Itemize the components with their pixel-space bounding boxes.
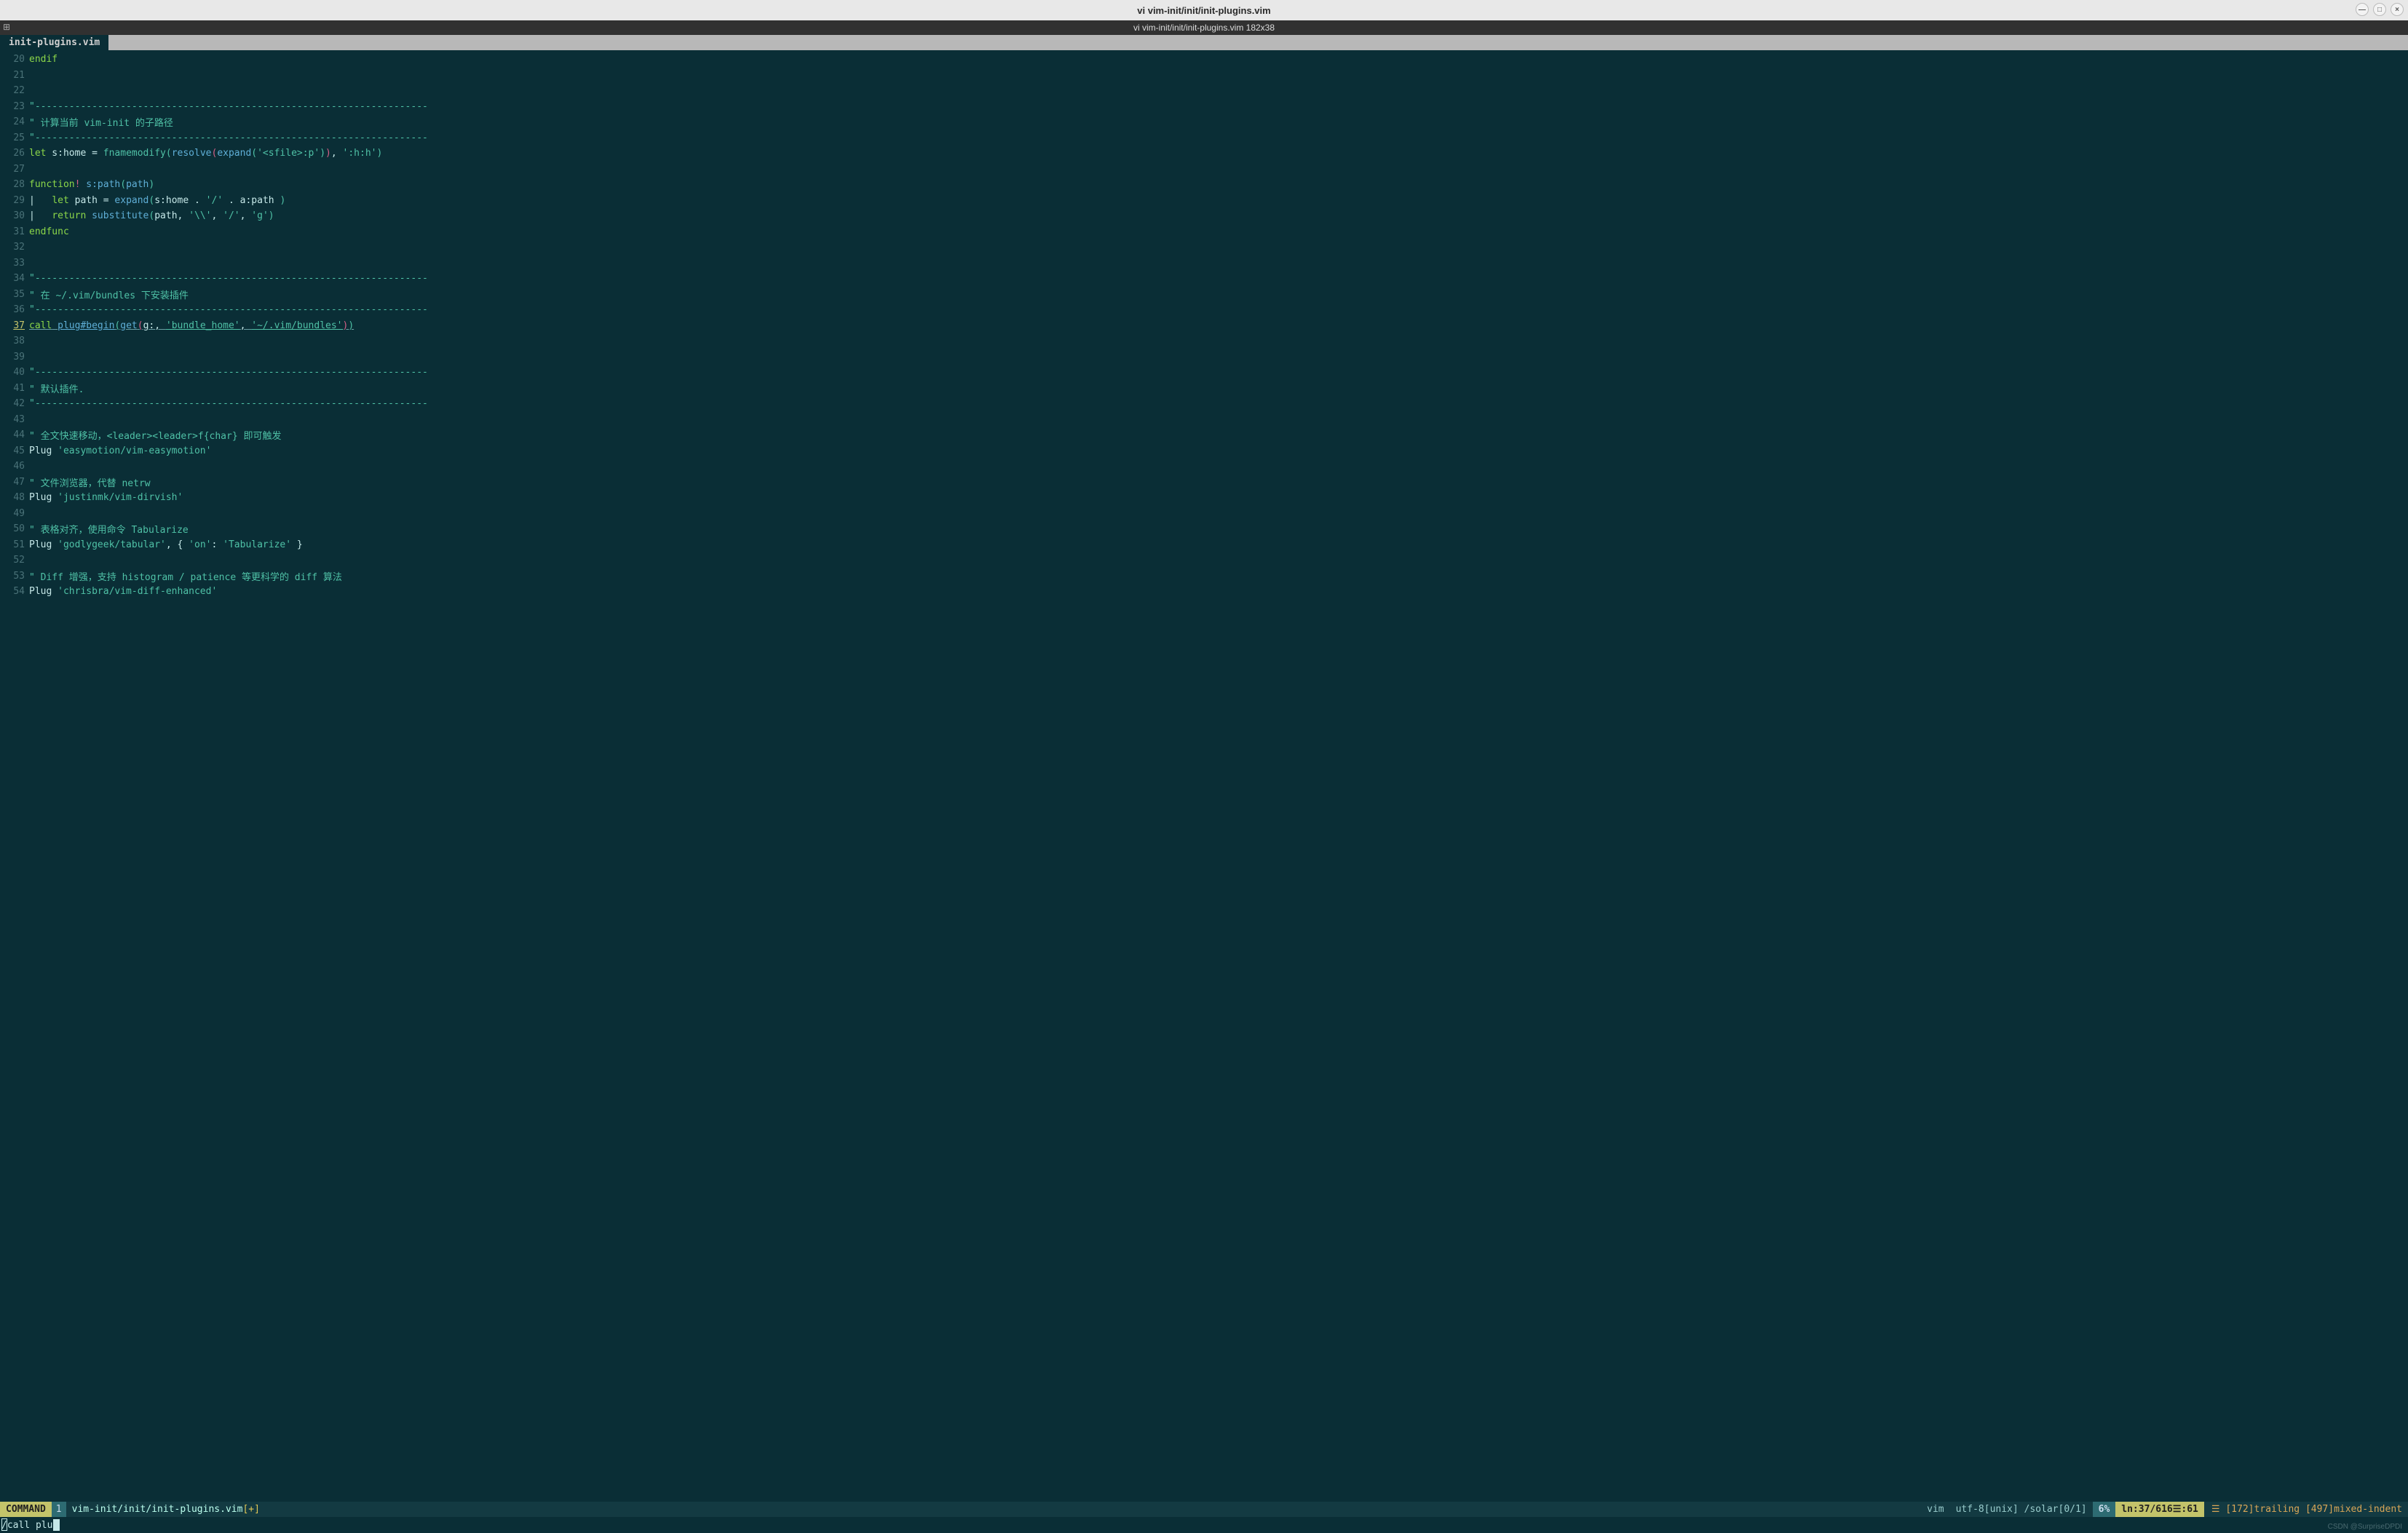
tab-current[interactable]: init-plugins.vim <box>0 35 108 50</box>
code-line: 30| return substitute(path, '\\', '/', '… <box>0 208 2408 224</box>
code-line: 39 <box>0 349 2408 365</box>
cursor-icon <box>53 1519 60 1531</box>
code-line: 21 <box>0 68 2408 84</box>
code-line-current: 37call plug#begin(get(g:, 'bundle_home',… <box>0 318 2408 334</box>
maximize-button[interactable]: □ <box>2373 3 2386 16</box>
code-line: 48Plug 'justinmk/vim-dirvish' <box>0 490 2408 506</box>
status-line: COMMAND 1 vim-init/init/init-plugins.vim… <box>0 1502 2408 1517</box>
code-line: 52 <box>0 552 2408 569</box>
code-line: 53" Diff 增强，支持 histogram / patience 等更科学… <box>0 569 2408 585</box>
terminal-titlebar: ⊞ vi vim-init/init/init-plugins.vim 182x… <box>0 20 2408 35</box>
code-line: 50" 表格对齐，使用命令 Tabularize <box>0 521 2408 537</box>
cmdline-text: /call plu <box>1 1520 52 1531</box>
code-line: 46 <box>0 459 2408 475</box>
minimize-button[interactable]: — <box>2356 3 2369 16</box>
code-line: 32 <box>0 239 2408 256</box>
code-line: 27 <box>0 162 2408 178</box>
status-warnings: ☰ [172]trailing [497]mixed-indent <box>2204 1502 2408 1517</box>
code-line: 42"-------------------------------------… <box>0 396 2408 412</box>
code-line: 34"-------------------------------------… <box>0 271 2408 287</box>
code-line: 44" 全文快速移动，<leader><leader>f{char} 即可触发 <box>0 427 2408 443</box>
tab-bar: init-plugins.vim <box>0 35 2408 50</box>
cmdline-cursor-box <box>1 1518 7 1531</box>
code-line: 47" 文件浏览器，代替 netrw <box>0 475 2408 491</box>
code-line: 51Plug 'godlygeek/tabular', { 'on': 'Tab… <box>0 537 2408 553</box>
pane-icon: ⊞ <box>3 22 10 32</box>
code-line: 35" 在 ~/.vim/bundles 下安装插件 <box>0 287 2408 303</box>
code-line: 23"-------------------------------------… <box>0 99 2408 115</box>
code-line: 45Plug 'easymotion/vim-easymotion' <box>0 443 2408 459</box>
code-line: 36"-------------------------------------… <box>0 302 2408 318</box>
code-line: 54Plug 'chrisbra/vim-diff-enhanced' <box>0 584 2408 600</box>
status-position: ln:37/616☰:61 <box>2115 1502 2204 1517</box>
close-button[interactable]: × <box>2391 3 2404 16</box>
window-titlebar: vi vim-init/init/init-plugins.vim — □ × <box>0 0 2408 20</box>
code-line: 28function! s:path(path) <box>0 177 2408 193</box>
code-line: 31endfunc <box>0 224 2408 240</box>
code-line: 40"-------------------------------------… <box>0 365 2408 381</box>
command-line[interactable]: /call plu CSDN @SurpriseDPDI <box>0 1517 2408 1533</box>
status-encoding: utf-8[unix] /solar[0/1] <box>1950 1502 2093 1517</box>
code-line: 38 <box>0 333 2408 349</box>
status-mode: COMMAND <box>0 1502 52 1517</box>
editor-viewport[interactable]: 20endif 21 22 23"-----------------------… <box>0 50 2408 1502</box>
window-title: vi vim-init/init/init-plugins.vim <box>1137 5 1270 16</box>
code-line: 49 <box>0 506 2408 522</box>
watermark-text: CSDN @SurpriseDPDI <box>2328 1523 2402 1531</box>
code-line: 29| let path = expand(s:home . '/' . a:p… <box>0 193 2408 209</box>
status-bufnum: 1 <box>52 1502 66 1517</box>
code-line: 25"-------------------------------------… <box>0 130 2408 146</box>
code-line: 20endif <box>0 52 2408 68</box>
status-file: vim-init/init/init-plugins.vim[+] <box>66 1502 266 1517</box>
status-filetype: vim <box>1921 1502 1949 1517</box>
tab-label: init-plugins.vim <box>9 37 100 48</box>
code-line: 33 <box>0 256 2408 272</box>
code-line: 26let s:home = fnamemodify(resolve(expan… <box>0 146 2408 162</box>
code-line: 41" 默认插件. <box>0 381 2408 397</box>
code-line: 43 <box>0 412 2408 428</box>
status-percent: 6% <box>2093 1502 2116 1517</box>
code-line: 24" 计算当前 vim-init 的子路径 <box>0 114 2408 130</box>
terminal-subtitle: vi vim-init/init/init-plugins.vim 182x38 <box>1133 23 1275 33</box>
code-line: 22 <box>0 83 2408 99</box>
